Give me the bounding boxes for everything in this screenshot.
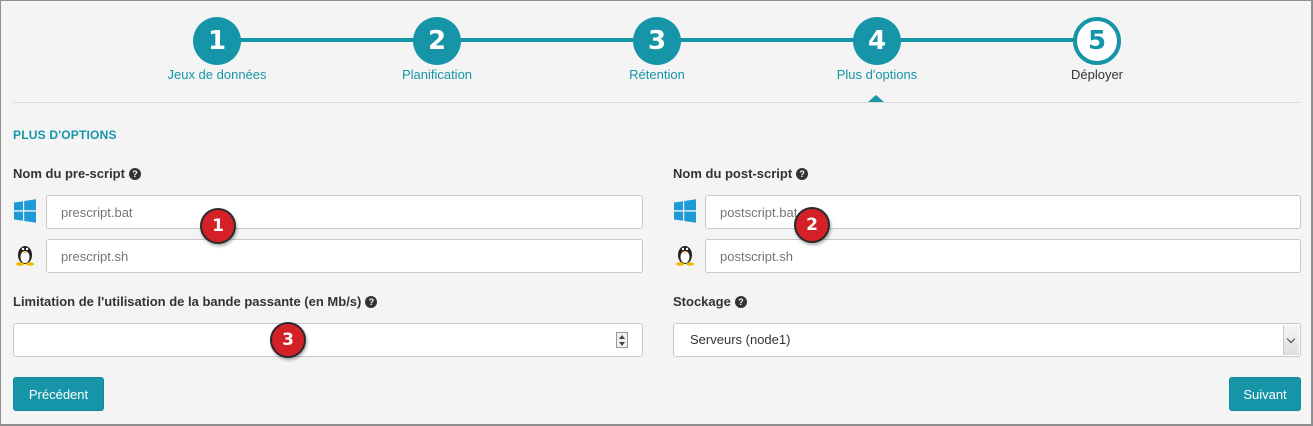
prescript-linux-input[interactable] [46,239,643,273]
bandwidth-number-input[interactable] [13,323,643,357]
prescript-windows-input[interactable] [46,195,643,229]
prescript-label-text: Nom du pre-script [13,166,125,181]
help-icon[interactable]: ? [734,295,747,308]
storage-select[interactable]: Serveurs (node1) [673,323,1301,357]
step-3-circle[interactable]: 3 [633,17,681,65]
bandwidth-label: Limitation de l'utilisation de la bande … [13,294,378,309]
postscript-label: Nom du post-script ? [673,166,809,181]
help-icon[interactable]: ? [796,167,809,180]
help-icon[interactable]: ? [128,167,141,180]
annotation-badge-3: 3 [270,322,306,358]
step-2-circle[interactable]: 2 [413,17,461,65]
step-1-circle[interactable]: 1 [193,17,241,65]
wizard-panel: 1 Jeux de données 2 Planification 3 Réte… [0,0,1313,426]
step-2-label[interactable]: Planification [357,67,517,82]
annotation-badge-1: 1 [200,208,236,244]
number-spinner[interactable] [616,332,628,348]
step-4-label[interactable]: Plus d'options [797,67,957,82]
spinner-up-icon[interactable] [619,335,625,339]
next-button[interactable]: Suivant [1229,377,1301,411]
step-5-label[interactable]: Déployer [1017,67,1177,82]
step-3-label[interactable]: Rétention [577,67,737,82]
section-title: PLUS D'OPTIONS [13,128,117,142]
windows-icon [674,199,696,223]
annotation-badge-2: 2 [794,207,830,243]
spinner-down-icon[interactable] [619,342,625,346]
prescript-label: Nom du pre-script ? [13,166,141,181]
step-4-circle[interactable]: 4 [853,17,901,65]
storage-selected-value: Serveurs (node1) [690,332,791,347]
postscript-linux-input[interactable] [705,239,1301,273]
chevron-down-icon[interactable] [1283,325,1299,355]
help-icon[interactable]: ? [365,295,378,308]
storage-label-text: Stockage [673,294,731,309]
stepper-divider [13,102,1301,103]
postscript-label-text: Nom du post-script [673,166,793,181]
linux-icon [16,246,34,266]
step-1-label[interactable]: Jeux de données [137,67,297,82]
windows-icon [14,199,36,223]
step-5-circle[interactable]: 5 [1073,17,1121,65]
bandwidth-label-text: Limitation de l'utilisation de la bande … [13,294,362,309]
storage-label: Stockage ? [673,294,747,309]
linux-icon [676,246,694,266]
previous-button[interactable]: Précédent [13,377,104,411]
